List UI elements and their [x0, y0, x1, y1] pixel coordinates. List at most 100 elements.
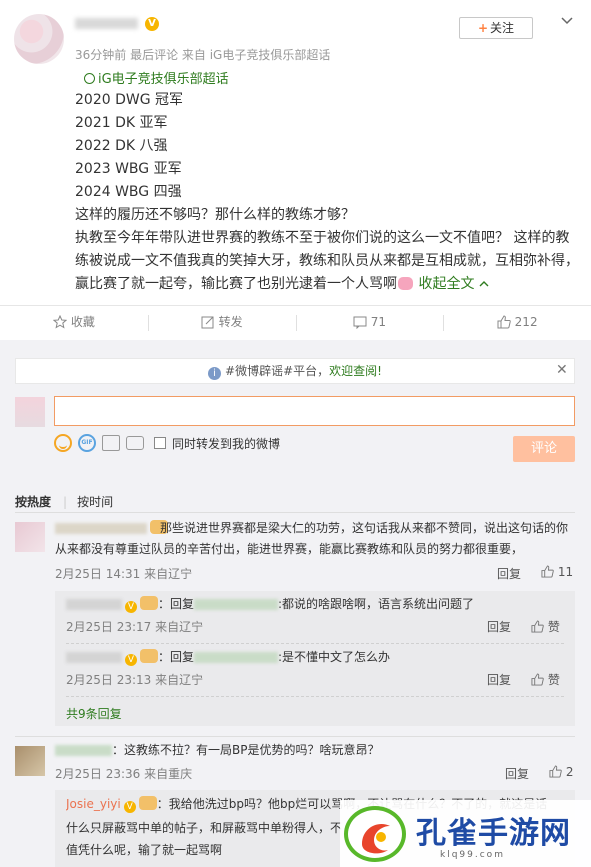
author-avatar[interactable]: [14, 14, 64, 64]
watermark-url: klq99.com: [440, 850, 505, 860]
post-action-bar: 收藏 转发 71 212: [0, 305, 591, 339]
reply-button[interactable]: 回复: [497, 565, 521, 582]
star-icon: [52, 314, 68, 329]
reply-author[interactable]: Josie_yiyi: [66, 797, 121, 811]
reply-line: V ：回复 :是不懂中文了怎么办: [66, 647, 390, 668]
favorite-label: 收藏: [70, 315, 95, 329]
image-icon[interactable]: [102, 435, 120, 451]
verified-badge-icon: V: [123, 801, 136, 813]
reply-prefix: ：回复: [158, 597, 195, 611]
post-line: 2024 WBG 四强: [75, 184, 182, 200]
topic-link[interactable]: iG电子竞技俱乐部超话: [84, 68, 229, 87]
repost-button[interactable]: 转发: [147, 306, 296, 339]
reply-text: :是不懂中文了怎么办: [278, 650, 391, 664]
fan-medal-icon: [138, 796, 157, 810]
repost-checkbox[interactable]: [154, 437, 166, 449]
follow-label: 关注: [490, 21, 515, 35]
plus-icon: +: [477, 21, 489, 35]
thumbs-up-icon: [531, 673, 544, 686]
like-count: 2: [565, 765, 574, 779]
thumbs-up-icon: [549, 765, 562, 778]
post-body: 2020 DWG 冠军 2021 DK 亚军 2022 DK 八强 2023 W…: [75, 89, 580, 296]
collapse-link[interactable]: 收起全文: [418, 276, 489, 292]
avatar[interactable]: [15, 522, 45, 552]
sort-time-tab[interactable]: 按时间: [77, 495, 113, 509]
reply-meta: 2月25日 23:17 来自辽宁: [66, 620, 204, 634]
post-line: 2021 DK 亚军: [75, 115, 168, 131]
verified-badge-icon: V: [125, 654, 137, 666]
sort-hot-tab[interactable]: 按热度: [15, 495, 51, 509]
comment-meta: 2月25日 23:36 来自重庆: [55, 767, 193, 781]
gif-icon[interactable]: GIF: [78, 434, 96, 452]
emoji-icon[interactable]: [54, 434, 72, 452]
comment-count: 71: [370, 315, 387, 329]
reply-name-blurred[interactable]: [66, 652, 122, 663]
post-line: 2023 WBG 亚军: [75, 161, 182, 177]
submit-comment-button[interactable]: 评论: [513, 436, 575, 462]
reply-target-blurred[interactable]: [194, 599, 279, 610]
reply-meta: 2月25日 23:13 来自辽宁: [66, 673, 204, 687]
favorite-button[interactable]: 收藏: [0, 306, 148, 339]
follow-button[interactable]: + 关注: [459, 17, 533, 39]
reply-text-line: 什么只屏蔽骂中单的帖子，和屏蔽骂中单粉得人，不: [66, 821, 343, 835]
chevron-down-icon[interactable]: [560, 14, 574, 28]
reply-target-blurred[interactable]: [194, 652, 279, 663]
thumbs-up-icon: [541, 565, 554, 578]
comment-input[interactable]: [54, 396, 575, 426]
reply-like-button[interactable]: 赞: [531, 618, 560, 635]
comment-icon: [353, 316, 367, 330]
sort-separator: |: [63, 495, 68, 509]
fan-medal-icon: [140, 649, 158, 663]
reply-text: :都说的啥跟啥啊，语言系统出问题了: [278, 597, 475, 611]
comment-like-button[interactable]: 11: [541, 565, 573, 579]
reply-button[interactable]: 回复: [487, 671, 511, 688]
info-icon: i: [208, 367, 222, 380]
sort-tabs: 按热度 | 按时间: [15, 493, 125, 510]
comment-like-button[interactable]: 2: [549, 765, 573, 779]
like-count: 212: [514, 315, 538, 329]
reply-prefix: ：回复: [158, 650, 195, 664]
notice-text: #微博辟谣#平台，: [225, 364, 330, 378]
commenter-name-blurred[interactable]: [55, 745, 112, 756]
topic-label: iG电子竞技俱乐部超话: [98, 72, 229, 87]
reply-button[interactable]: 回复: [487, 618, 511, 635]
like-button[interactable]: 212: [443, 306, 591, 339]
repost-label: 转发: [218, 315, 243, 329]
verified-badge-icon: V: [145, 17, 159, 31]
fan-medal-icon: [140, 596, 158, 610]
post-line: 2022 DK 八强: [75, 138, 168, 154]
more-replies-link[interactable]: 共9条回复: [66, 705, 122, 722]
notice-welcome-link[interactable]: 欢迎查阅!: [329, 364, 382, 378]
post-paragraph: 执教至今年年带队进世界赛的教练不至于被你们说的这么一文不值吧？ 这样的教练被说成…: [75, 227, 580, 296]
reply-like-button[interactable]: 赞: [531, 671, 560, 688]
composer-toolbar: GIF 同时转发到我的微博: [54, 434, 280, 452]
peacock-logo-icon: [344, 806, 406, 862]
close-icon[interactable]: ✕: [556, 362, 568, 378]
chevron-up-icon: [479, 281, 489, 287]
reply-button[interactable]: 回复: [505, 765, 529, 782]
author-name-blurred[interactable]: [75, 18, 138, 29]
reply-name-blurred[interactable]: [66, 599, 122, 610]
comment-button[interactable]: 71: [295, 306, 444, 339]
repost-icon: [201, 316, 214, 329]
like-label: 赞: [547, 673, 560, 687]
verified-badge-icon: V: [125, 601, 137, 613]
thumbs-up-icon: [497, 315, 511, 329]
rumor-notice-banner[interactable]: i #微博辟谣#平台，欢迎查阅!: [15, 358, 575, 384]
divider: [15, 736, 575, 737]
post-meta: 36分钟前 最后评论 来自 iG电子竞技俱乐部超话: [75, 48, 331, 62]
post-line: 2020 DWG 冠军: [75, 92, 184, 108]
comment-meta: 2月25日 14:31 来自辽宁: [55, 567, 193, 581]
repost-checkbox-label: 同时转发到我的微博: [172, 436, 281, 451]
comment-text: 那些说进世界赛都是梁大仁的功劳，这句话我从来都不赞同，说出这句话的你从来都没有尊…: [55, 521, 569, 556]
watermark-text: 孔雀手游网: [416, 816, 571, 851]
current-user-avatar: [15, 397, 45, 427]
like-label: 赞: [547, 620, 560, 634]
avatar[interactable]: [15, 746, 45, 776]
reply-line: V ：回复 :都说的啥跟啥啊，语言系统出问题了: [66, 594, 474, 615]
divider: [15, 512, 575, 513]
post-line: 这样的履历还不够吗？那什么样的教练才够？: [75, 207, 355, 223]
topic-icon[interactable]: [126, 436, 144, 450]
divider: [66, 643, 564, 644]
like-count: 11: [557, 565, 574, 579]
